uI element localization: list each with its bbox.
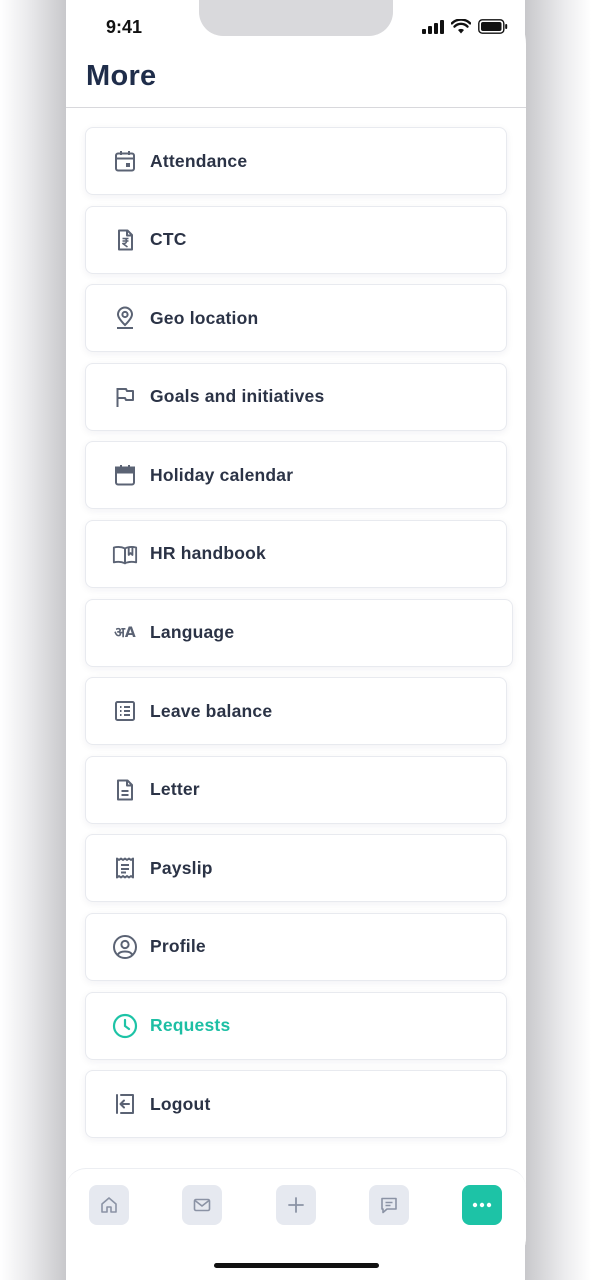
background-right	[525, 0, 591, 1280]
menu-item-goals[interactable]: Goals and initiatives	[85, 362, 507, 431]
menu-item-ctc[interactable]: CTC	[85, 205, 507, 274]
menu-item-language[interactable]: अA Language	[85, 598, 513, 667]
menu-item-label: CTC	[150, 229, 187, 250]
menu-item-holiday-calendar[interactable]: Holiday calendar	[85, 441, 507, 510]
menu-item-label: Payslip	[150, 857, 213, 878]
more-dots-icon	[472, 1202, 492, 1208]
logout-icon	[112, 1091, 138, 1117]
menu-item-label: Leave balance	[150, 700, 273, 721]
menu-item-label: Holiday calendar	[150, 464, 294, 485]
chat-icon	[381, 1197, 397, 1214]
menu-item-hr-handbook[interactable]: HR handbook	[85, 519, 507, 588]
notch	[199, 0, 393, 36]
calendar-icon	[112, 462, 138, 488]
menu-item-letter[interactable]: Letter	[85, 755, 507, 824]
signal-icon	[422, 19, 444, 34]
receipt-icon	[112, 855, 138, 881]
tab-home[interactable]	[89, 1185, 129, 1225]
document-icon	[112, 777, 138, 803]
status-icons	[422, 19, 508, 34]
menu-item-label: Attendance	[150, 150, 248, 171]
rupee-document-icon	[112, 227, 138, 253]
phone-frame: 9:41 More Attendance CTC Geo location Go…	[66, 0, 526, 1280]
language-icon: अA	[112, 620, 138, 646]
menu-item-label: Letter	[150, 779, 200, 800]
language-glyph: अA	[114, 625, 136, 642]
book-open-icon	[112, 541, 138, 567]
menu-item-label: Language	[150, 622, 235, 643]
menu-item-requests[interactable]: Requests	[85, 991, 507, 1060]
user-circle-icon	[112, 934, 138, 960]
header-divider	[66, 107, 526, 108]
menu-item-payslip[interactable]: Payslip	[85, 834, 507, 903]
menu-item-profile[interactable]: Profile	[85, 912, 507, 981]
calendar-day-icon	[112, 148, 138, 174]
background-left	[0, 0, 66, 1280]
menu-list: Attendance CTC Geo location Goals and in…	[85, 127, 513, 1149]
battery-icon	[478, 19, 508, 34]
menu-item-label: Geo location	[150, 307, 259, 328]
home-icon	[101, 1197, 117, 1213]
tab-messages[interactable]	[369, 1185, 409, 1225]
plus-icon	[288, 1197, 304, 1213]
flag-icon	[112, 384, 138, 410]
mail-icon	[193, 1198, 211, 1212]
menu-item-attendance[interactable]: Attendance	[85, 127, 507, 195]
menu-item-label: HR handbook	[150, 543, 266, 564]
menu-item-label: Profile	[150, 936, 206, 957]
page-title: More	[86, 60, 157, 92]
wifi-icon	[451, 19, 471, 34]
screen: 9:41 More Attendance CTC Geo location Go…	[0, 0, 591, 1280]
clock-icon	[112, 1013, 138, 1039]
menu-item-leave-balance[interactable]: Leave balance	[85, 677, 507, 746]
menu-item-label: Logout	[150, 1093, 211, 1114]
list-icon	[112, 698, 138, 724]
menu-item-geo-location[interactable]: Geo location	[85, 284, 507, 353]
tab-mail[interactable]	[182, 1185, 222, 1225]
home-indicator	[214, 1263, 379, 1268]
menu-item-label: Requests	[150, 1015, 231, 1036]
tab-more[interactable]	[462, 1185, 502, 1225]
status-time: 9:41	[106, 17, 143, 37]
map-pin-icon	[112, 305, 138, 331]
tab-add[interactable]	[276, 1185, 316, 1225]
menu-item-label: Goals and initiatives	[150, 386, 325, 407]
menu-item-logout[interactable]: Logout	[85, 1070, 507, 1139]
